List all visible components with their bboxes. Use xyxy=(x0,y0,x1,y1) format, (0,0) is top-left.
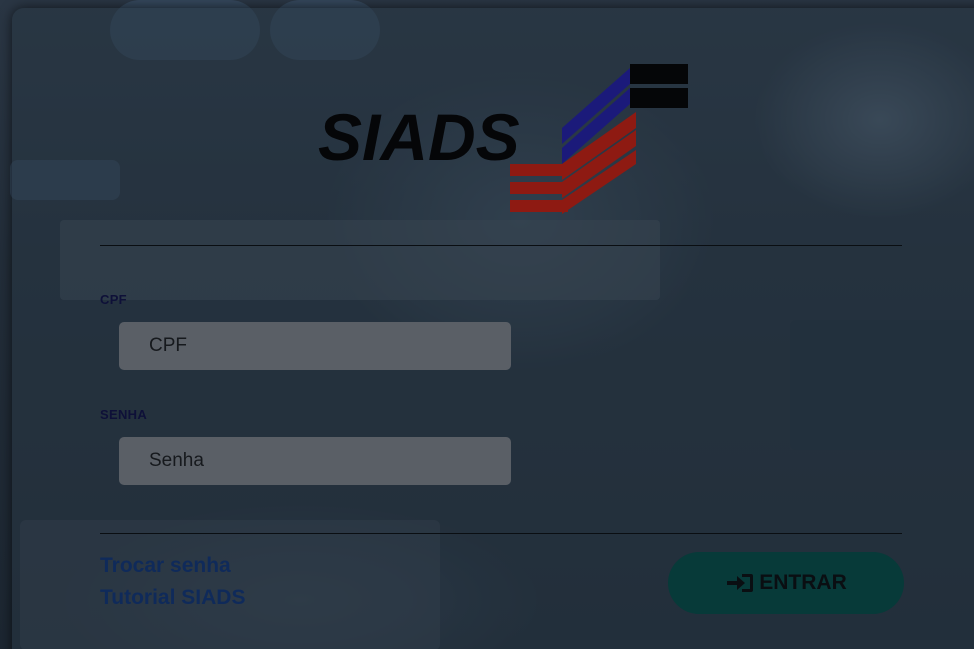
change-password-link[interactable]: Trocar senha xyxy=(100,554,231,578)
login-screen: SIADS CPF SENHA Trocar senha Tutorial SI… xyxy=(0,0,974,649)
logo-text: SIADS xyxy=(318,100,520,174)
senha-input[interactable] xyxy=(119,437,511,485)
tutorial-link[interactable]: Tutorial SIADS xyxy=(100,586,245,610)
enter-button[interactable]: ENTRAR xyxy=(668,552,904,614)
cpf-input[interactable] xyxy=(119,322,511,370)
siads-logo: SIADS xyxy=(318,64,688,214)
senha-label: SENHA xyxy=(100,407,148,422)
divider-bottom xyxy=(100,533,902,534)
sign-in-icon xyxy=(725,572,755,594)
cpf-label: CPF xyxy=(100,292,127,307)
enter-button-label: ENTRAR xyxy=(759,571,847,594)
divider-top xyxy=(100,245,902,246)
